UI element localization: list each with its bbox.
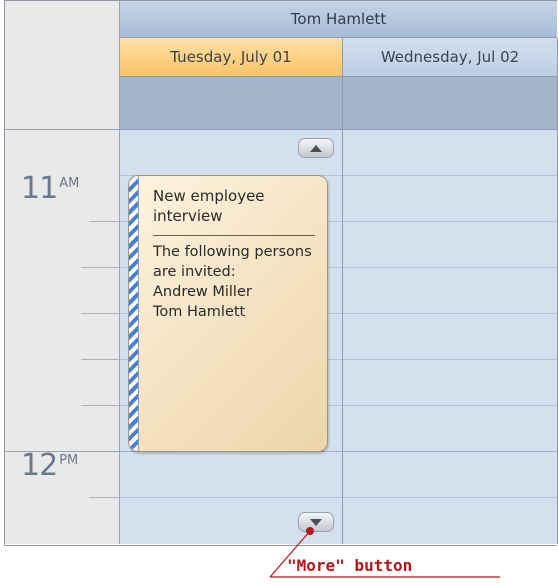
callout-pointer bbox=[269, 527, 500, 578]
callout-label: "More" button bbox=[287, 556, 413, 575]
callout-dot bbox=[306, 527, 314, 535]
